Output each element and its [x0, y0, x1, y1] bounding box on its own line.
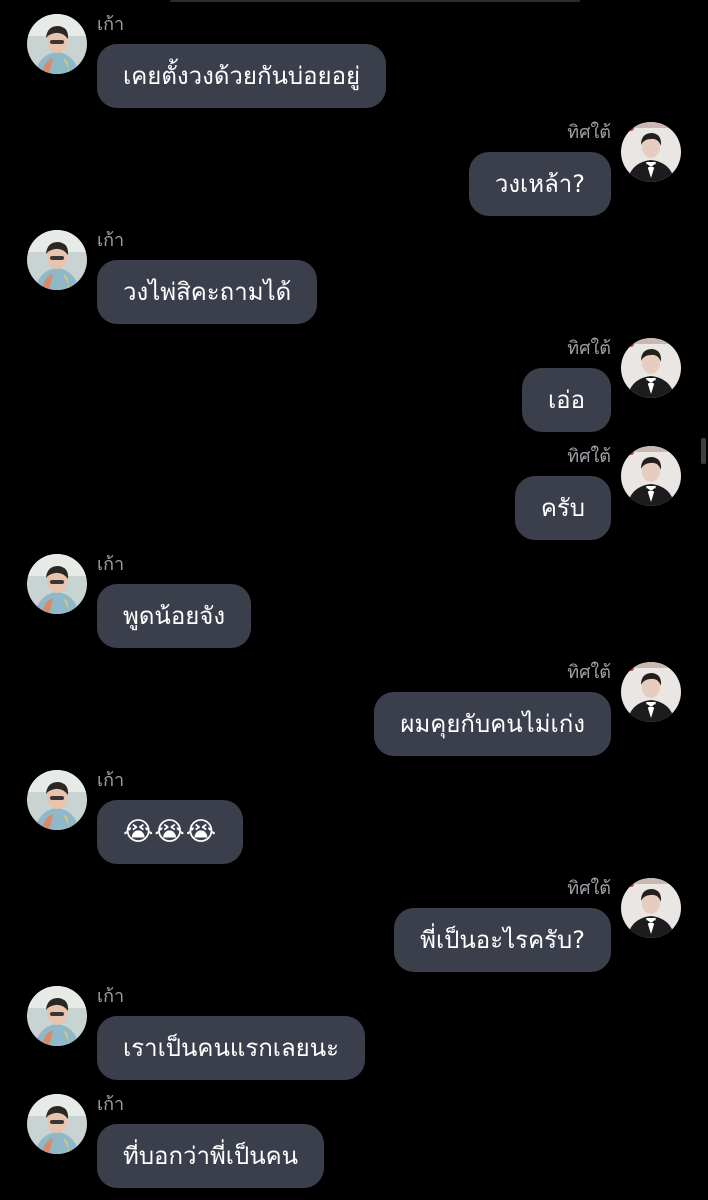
scrollbar-thumb[interactable] [701, 438, 706, 464]
sender-name: เก้า [97, 986, 125, 1007]
message-bubble[interactable]: พี่เป็นอะไรครับ? [394, 908, 611, 972]
sender-avatar-kao[interactable] [27, 554, 87, 614]
message-bubble[interactable]: พูดน้อยจัง [97, 584, 252, 648]
sender-avatar-kao[interactable] [27, 230, 87, 290]
sender-avatar-thittai[interactable] [621, 446, 681, 506]
sender-avatar-thittai[interactable] [621, 338, 681, 398]
avatar-kao-icon [27, 230, 87, 290]
sender-name: เก้า [97, 1094, 125, 1115]
avatar-thittai-icon [621, 878, 681, 938]
message-bubble[interactable]: เราเป็นคนแรกเลยนะ [97, 1016, 366, 1080]
message-bubble[interactable]: วงเหล้า? [468, 152, 611, 216]
avatar-thittai-icon [621, 338, 681, 398]
sender-name: ทิศใต้ [567, 446, 611, 467]
message-bubble[interactable]: ที่บอกว่าพี่เป็นคน [97, 1124, 325, 1188]
top-divider [170, 0, 580, 2]
sender-name: เก้า [97, 554, 125, 575]
sender-name: เก้า [97, 770, 125, 791]
avatar-kao-icon [27, 770, 87, 830]
sender-avatar-thittai[interactable] [621, 662, 681, 722]
message-bubble[interactable]: เคยตั้งวงด้วยกันบ่อยอยู่ [97, 44, 387, 108]
message-bubble[interactable]: ผมคุยกับคนไม่เก่ง [374, 692, 611, 756]
sender-avatar-kao[interactable] [27, 1094, 87, 1154]
sender-avatar-kao[interactable] [27, 14, 87, 74]
sender-name: ทิศใต้ [567, 662, 611, 683]
sender-name: ทิศใต้ [567, 878, 611, 899]
avatar-kao-icon [27, 986, 87, 1046]
avatar-kao-icon [27, 1094, 87, 1154]
avatar-kao-icon [27, 554, 87, 614]
sender-avatar-kao[interactable] [27, 986, 87, 1046]
message-bubble[interactable]: ครับ [514, 476, 611, 540]
sender-name: ทิศใต้ [567, 122, 611, 143]
sender-name: เก้า [97, 230, 125, 251]
message-bubble[interactable]: วงไพ่สิคะถามได้ [97, 260, 318, 324]
sender-name: ทิศใต้ [567, 338, 611, 359]
sender-avatar-kao[interactable] [27, 770, 87, 830]
avatar-kao-icon [27, 14, 87, 74]
message-bubble[interactable]: เอ่อ [521, 368, 611, 432]
sender-name: เก้า [97, 14, 125, 35]
avatar-thittai-icon [621, 446, 681, 506]
avatar-thittai-icon [621, 122, 681, 182]
sender-avatar-thittai[interactable] [621, 122, 681, 182]
sender-avatar-thittai[interactable] [621, 878, 681, 938]
avatar-thittai-icon [621, 662, 681, 722]
message-bubble-emoji[interactable]: 😭😭😭 [97, 800, 244, 864]
